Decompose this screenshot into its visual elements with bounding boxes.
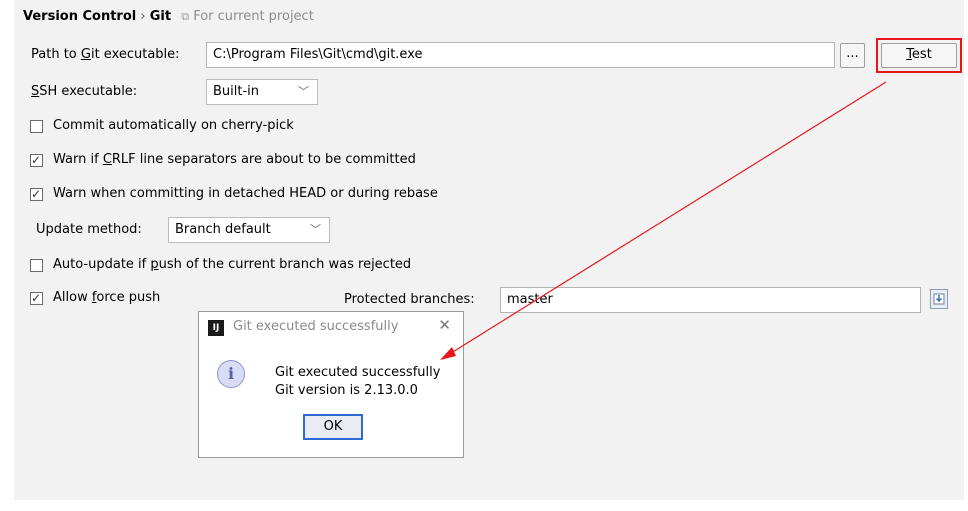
annotation-arrow-line: [447, 81, 887, 356]
annotation-arrow-icon: [440, 81, 887, 360]
annotation-arrow-head: [440, 347, 456, 360]
